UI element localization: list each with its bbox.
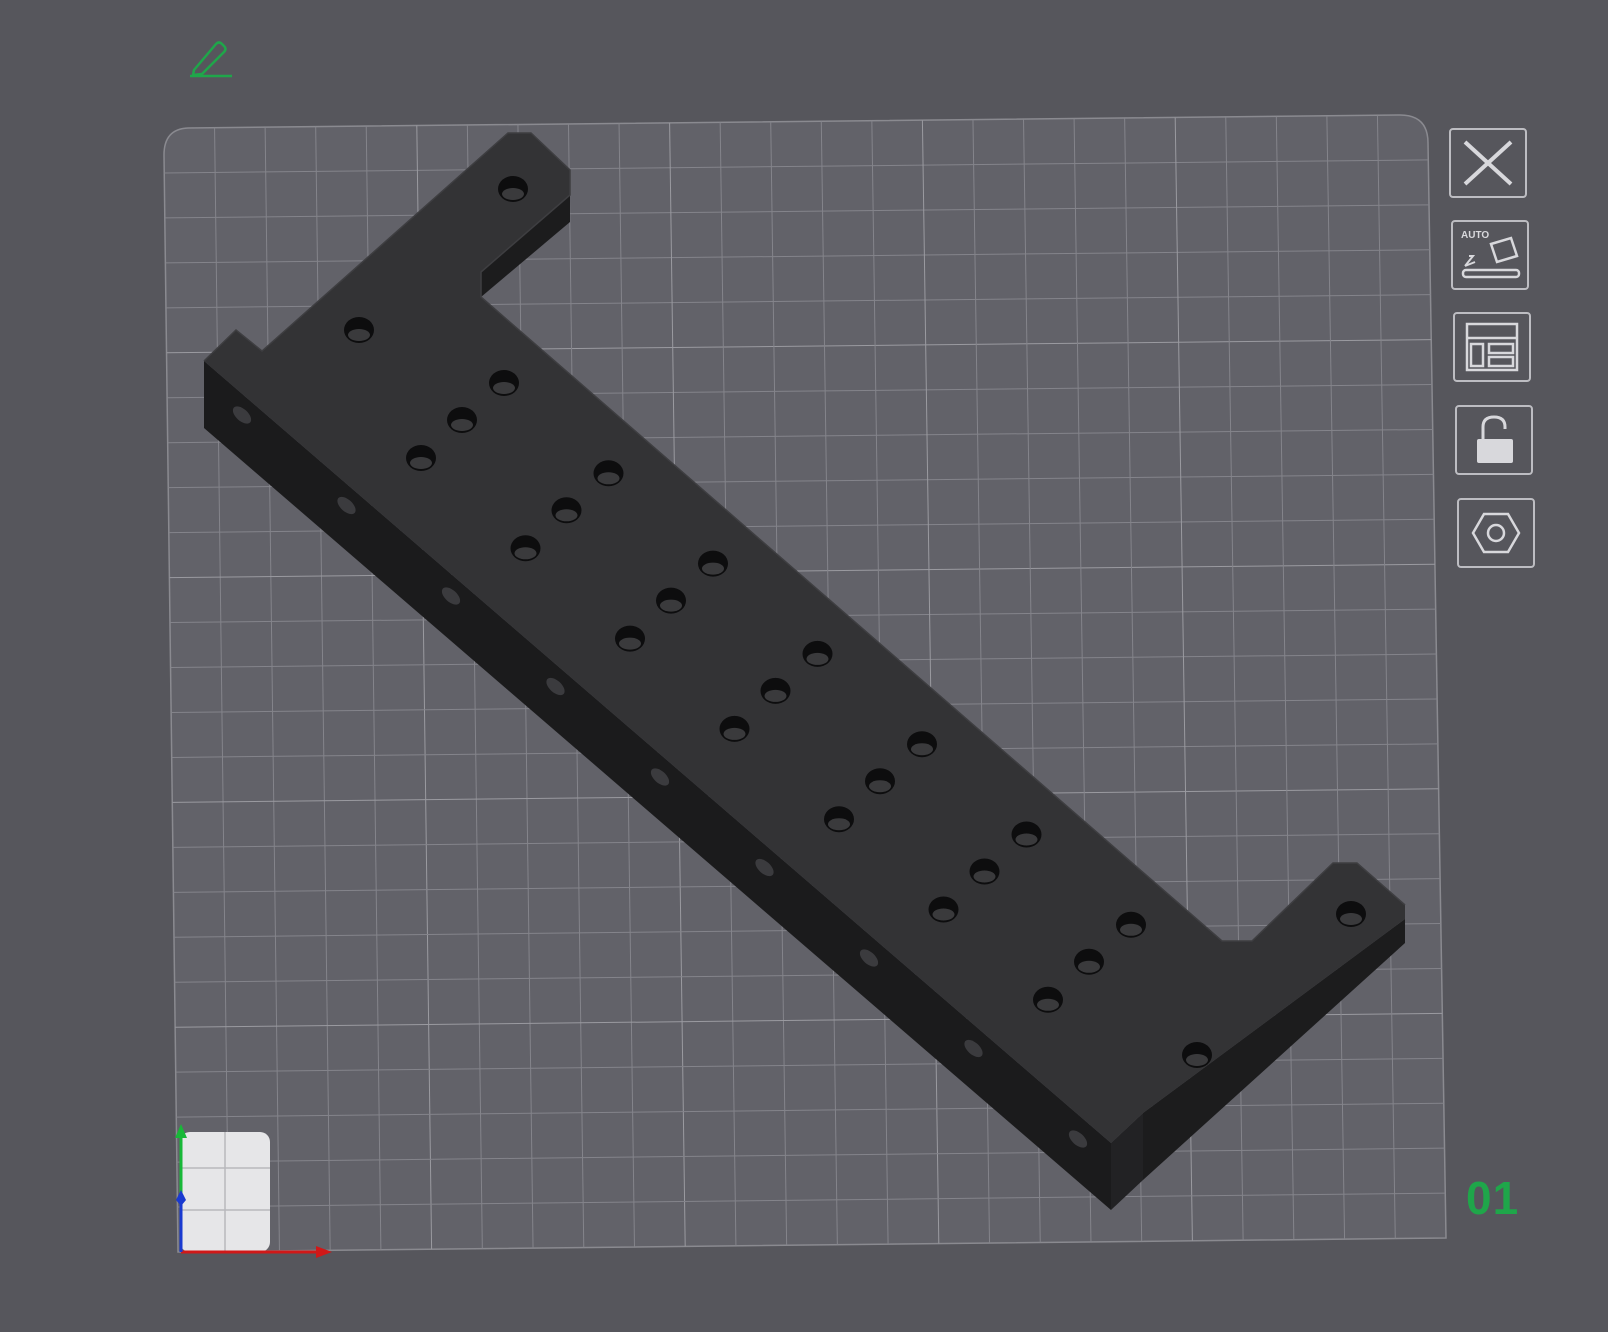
hole: [447, 407, 477, 433]
close-icon: [1463, 140, 1513, 186]
hole: [760, 677, 791, 704]
plate-settings-button[interactable]: [1457, 498, 1535, 568]
hole: [656, 587, 686, 614]
hole: [1033, 986, 1063, 1013]
close-button[interactable]: [1449, 128, 1527, 198]
hole: [1074, 948, 1104, 975]
pencil-icon: [190, 41, 232, 78]
hole: [510, 535, 541, 562]
edit-plate-name-button[interactable]: [186, 38, 236, 82]
hole: [615, 625, 645, 652]
arrange-button[interactable]: [1453, 312, 1531, 382]
hole: [1116, 911, 1146, 938]
hole: [865, 768, 895, 795]
hole: [719, 715, 750, 742]
hole: [969, 858, 1000, 885]
hole: [551, 497, 582, 524]
hole: [344, 317, 374, 343]
hole: [406, 445, 436, 471]
unlock-icon: [1477, 415, 1513, 463]
hole: [489, 370, 519, 396]
auto-orient-button[interactable]: AUTO: [1451, 220, 1529, 290]
hole: [802, 640, 833, 667]
hole: [698, 550, 728, 577]
hole: [593, 460, 624, 487]
auto-orient-icon: AUTO: [1461, 230, 1521, 279]
hex-nut-icon: [1471, 512, 1521, 554]
auto-label: AUTO: [1461, 230, 1489, 241]
hole: [907, 731, 937, 758]
scene-canvas[interactable]: [0, 0, 1608, 1332]
hole: [498, 176, 528, 202]
lock-button[interactable]: [1455, 405, 1533, 475]
hole: [1011, 821, 1042, 848]
plate-number: 01: [1466, 1172, 1520, 1224]
hole: [1182, 1042, 1212, 1068]
hole: [928, 896, 959, 923]
arrange-icon: [1465, 322, 1519, 372]
3d-viewport[interactable]: AUTO 01: [0, 0, 1608, 1332]
hole: [824, 806, 854, 833]
hole: [1336, 901, 1366, 927]
